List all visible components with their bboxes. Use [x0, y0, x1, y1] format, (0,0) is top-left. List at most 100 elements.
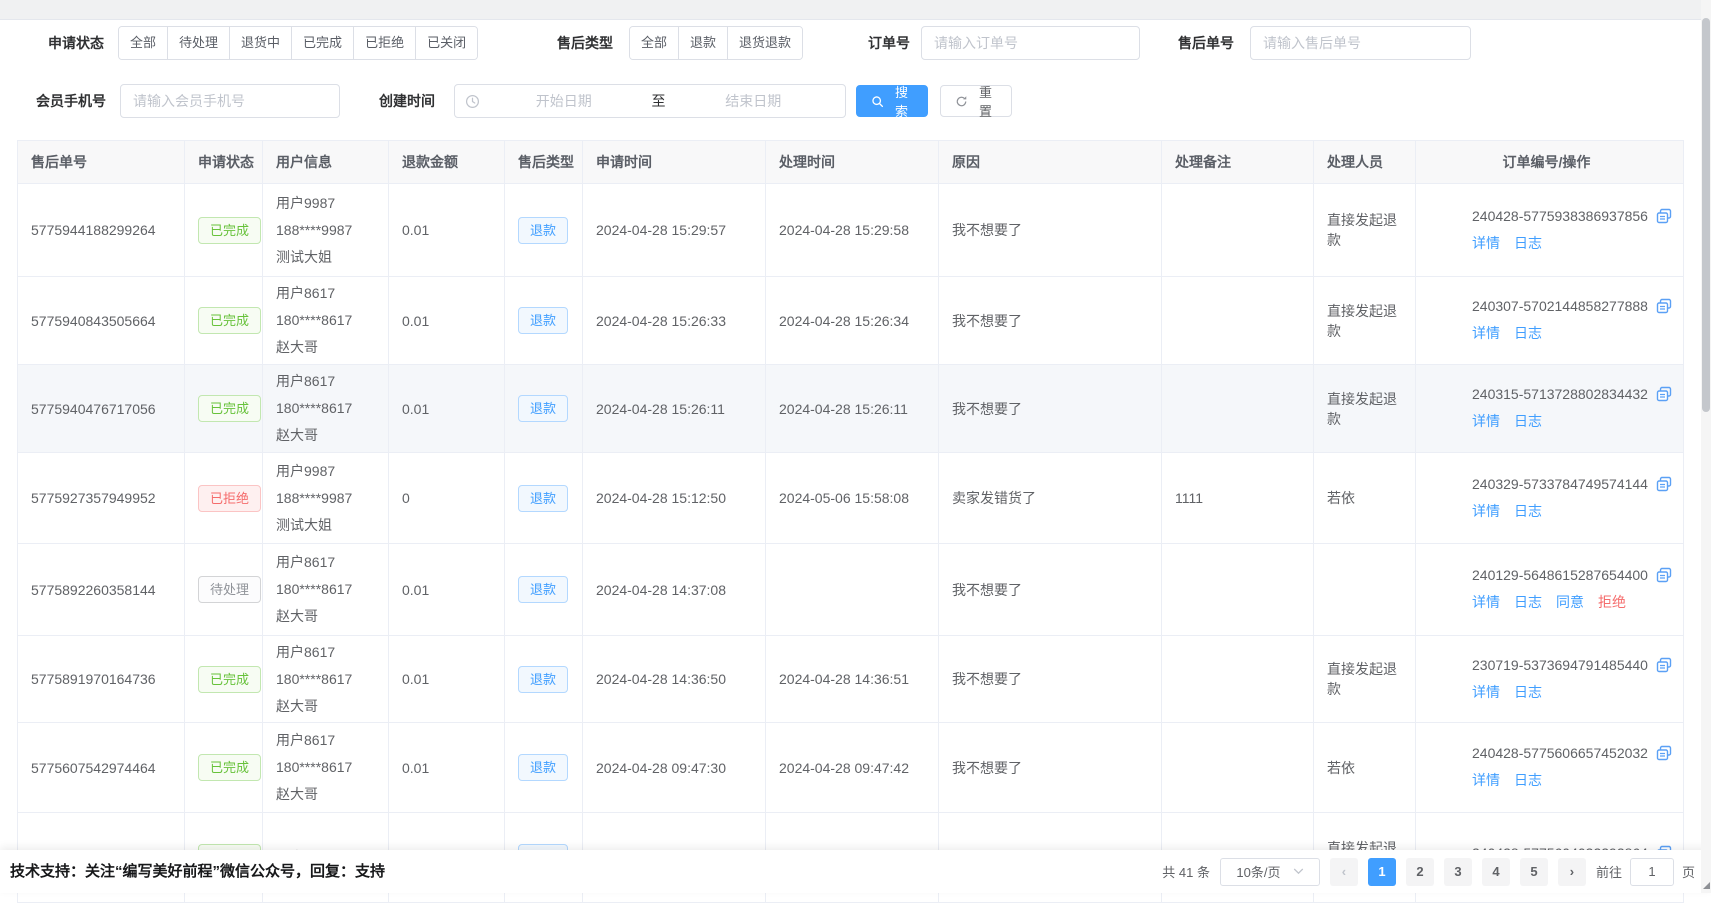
action-link-详情[interactable]: 详情 — [1472, 682, 1500, 702]
action-link-详情[interactable]: 详情 — [1472, 592, 1500, 612]
handler-name: 直接发起退款 — [1327, 303, 1397, 339]
clock-icon — [465, 94, 480, 109]
action-link-拒绝[interactable]: 拒绝 — [1598, 592, 1626, 612]
refund-amount: 0.01 — [402, 222, 429, 238]
handle-time: 2024-04-28 14:36:51 — [779, 671, 909, 687]
page-button-1[interactable]: 1 — [1368, 858, 1396, 886]
handler-name: 直接发起退款 — [1327, 661, 1397, 697]
page-button-3[interactable]: 3 — [1444, 858, 1472, 886]
table-row: 5775607542974464 已完成 用户8617180****8617赵大… — [18, 723, 1684, 813]
type-badge: 退款 — [518, 754, 568, 781]
refund-amount: 0.01 — [402, 760, 429, 776]
status-option-已关闭[interactable]: 已关闭 — [415, 27, 477, 59]
column-header-aftersale-no: 售后单号 — [18, 141, 185, 184]
type-badge: 退款 — [518, 485, 568, 512]
copy-icon[interactable] — [1656, 476, 1672, 492]
next-page-button[interactable]: › — [1558, 858, 1586, 886]
apply-time: 2024-04-28 15:12:50 — [596, 490, 726, 506]
filter-row-2: 会员手机号 创建时间 开始日期 至 结束日期 搜索 重置 — [0, 84, 1711, 118]
end-date-placeholder[interactable]: 结束日期 — [672, 91, 836, 111]
copy-icon[interactable] — [1656, 745, 1672, 761]
status-filter-group: 全部待处理退货中已完成已拒绝已关闭 — [118, 26, 478, 60]
search-icon — [871, 95, 884, 108]
action-link-日志[interactable]: 日志 — [1514, 592, 1542, 612]
scrollbar-thumb[interactable] — [1702, 18, 1710, 412]
copy-icon[interactable] — [1656, 657, 1672, 673]
refund-amount: 0.01 — [402, 401, 429, 417]
action-link-日志[interactable]: 日志 — [1514, 501, 1542, 521]
type-badge: 退款 — [518, 217, 568, 244]
order-no-input[interactable] — [921, 26, 1140, 60]
page-button-4[interactable]: 4 — [1482, 858, 1510, 886]
copy-icon[interactable] — [1656, 567, 1672, 583]
action-link-日志[interactable]: 日志 — [1514, 411, 1542, 431]
user-info: 用户8617180****8617赵大哥 — [276, 639, 382, 720]
order-number: 240428-5775606657452032 — [1472, 745, 1648, 761]
order-number: 240428-5775938386937856 — [1472, 208, 1648, 224]
reset-button-label: 重置 — [974, 82, 997, 120]
table-row: 5775940476717056 已完成 用户8617180****8617赵大… — [18, 365, 1684, 453]
aftersale-no-label: 售后单号 — [1178, 26, 1234, 60]
handler-name: 直接发起退款 — [1327, 391, 1397, 427]
date-range-picker[interactable]: 开始日期 至 结束日期 — [454, 84, 846, 118]
action-link-日志[interactable]: 日志 — [1514, 682, 1542, 702]
apply-time: 2024-04-28 15:26:33 — [596, 313, 726, 329]
start-date-placeholder[interactable]: 开始日期 — [482, 91, 646, 111]
status-option-已拒绝[interactable]: 已拒绝 — [353, 27, 415, 59]
aftersale-id: 5775891970164736 — [31, 671, 156, 687]
aftersale-id: 5775927357949952 — [31, 490, 156, 506]
aftersale-id: 5775944188299264 — [31, 222, 156, 238]
action-link-同意[interactable]: 同意 — [1556, 592, 1584, 612]
action-link-日志[interactable]: 日志 — [1514, 323, 1542, 343]
copy-icon[interactable] — [1656, 208, 1672, 224]
action-link-详情[interactable]: 详情 — [1472, 770, 1500, 790]
page-button-5[interactable]: 5 — [1520, 858, 1548, 886]
handle-time: 2024-04-28 09:47:42 — [779, 760, 909, 776]
status-option-全部[interactable]: 全部 — [119, 27, 167, 59]
user-info: 用户8617180****8617赵大哥 — [276, 549, 382, 630]
copy-icon[interactable] — [1656, 386, 1672, 402]
table-row: 5775940843505664 已完成 用户8617180****8617赵大… — [18, 277, 1684, 365]
status-option-退货中[interactable]: 退货中 — [229, 27, 291, 59]
status-badge: 待处理 — [198, 576, 261, 603]
filter-row-1: 申请状态 全部待处理退货中已完成已拒绝已关闭 售后类型 全部退款退货退款 订单号… — [0, 26, 1711, 60]
page-number-list: 12345 — [1368, 858, 1548, 886]
status-option-已完成[interactable]: 已完成 — [291, 27, 353, 59]
member-phone-input[interactable] — [120, 84, 340, 118]
page-scrollbar[interactable] — [1701, 0, 1711, 893]
type-badge: 退款 — [518, 395, 568, 422]
type-option-全部[interactable]: 全部 — [630, 27, 678, 59]
order-number: 240329-5733784749574144 — [1472, 476, 1648, 492]
aftersale-no-input[interactable] — [1250, 26, 1471, 60]
action-link-日志[interactable]: 日志 — [1514, 770, 1542, 790]
reason-text: 卖家发错货了 — [952, 490, 1036, 506]
action-link-详情[interactable]: 详情 — [1472, 233, 1500, 253]
copy-icon[interactable] — [1656, 298, 1672, 314]
action-link-日志[interactable]: 日志 — [1514, 233, 1542, 253]
page-button-2[interactable]: 2 — [1406, 858, 1434, 886]
prev-page-button[interactable]: ‹ — [1330, 858, 1358, 886]
reset-button[interactable]: 重置 — [940, 85, 1012, 117]
type-badge: 退款 — [518, 576, 568, 603]
table-row: 5775892260358144 待处理 用户8617180****8617赵大… — [18, 544, 1684, 636]
type-option-退货退款[interactable]: 退货退款 — [727, 27, 802, 59]
search-button[interactable]: 搜索 — [856, 85, 928, 117]
column-header-remark: 处理备注 — [1162, 141, 1314, 184]
page-size-select[interactable]: 10条/页 — [1220, 858, 1320, 886]
handler-name: 若依 — [1327, 490, 1355, 506]
status-filter-label: 申请状态 — [48, 26, 104, 60]
row-actions: 详情日志 — [1472, 233, 1677, 253]
action-link-详情[interactable]: 详情 — [1472, 501, 1500, 521]
status-option-待处理[interactable]: 待处理 — [167, 27, 229, 59]
row-actions: 详情日志 — [1472, 501, 1677, 521]
status-badge: 已完成 — [198, 666, 261, 693]
action-link-详情[interactable]: 详情 — [1472, 323, 1500, 343]
type-filter-group: 全部退款退货退款 — [629, 26, 803, 60]
goto-page-input[interactable] — [1630, 858, 1674, 886]
action-link-详情[interactable]: 详情 — [1472, 411, 1500, 431]
handle-time: 2024-05-06 15:58:08 — [779, 490, 909, 506]
aftersale-table: 售后单号 申请状态 用户信息 退款金额 售后类型 申请时间 处理时间 原因 处理… — [17, 140, 1684, 903]
create-time-label: 创建时间 — [379, 84, 435, 118]
type-option-退款[interactable]: 退款 — [678, 27, 727, 59]
table-row: 5775891970164736 已完成 用户8617180****8617赵大… — [18, 636, 1684, 723]
